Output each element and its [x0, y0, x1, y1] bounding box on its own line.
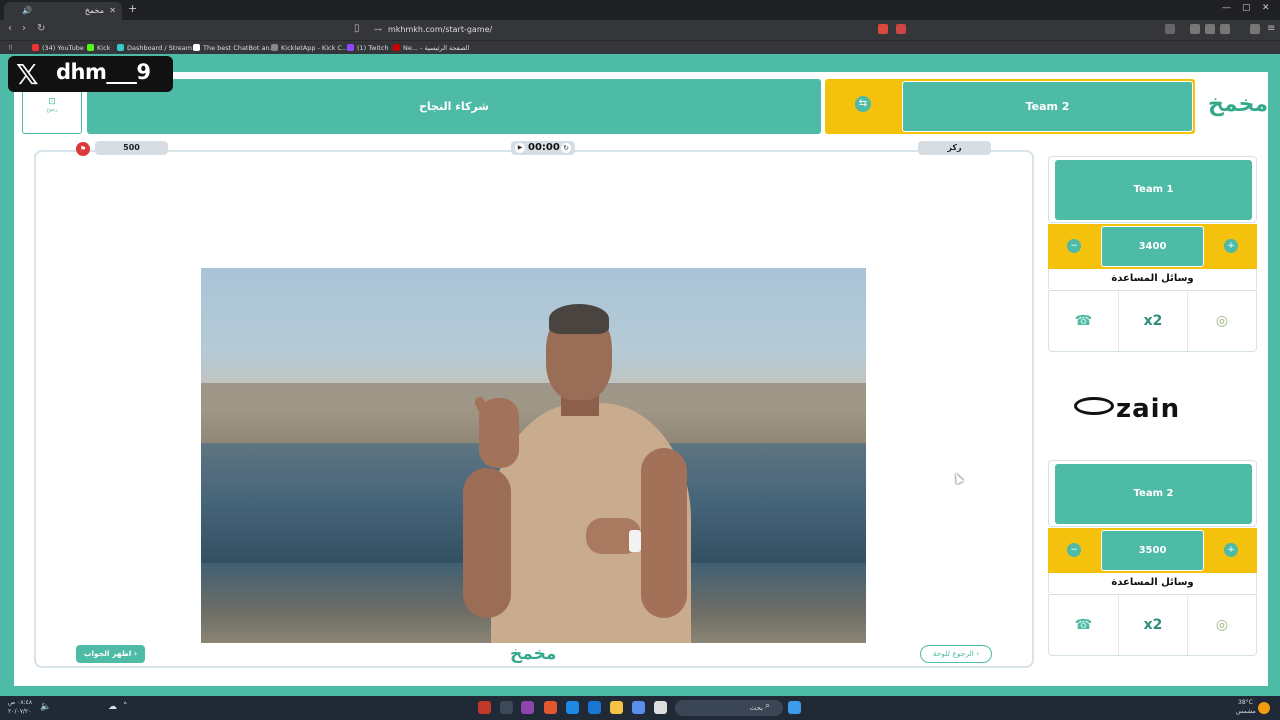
points-badge: 500: [95, 141, 168, 155]
reload-icon[interactable]: ↻: [37, 23, 45, 34]
team2-plus-button[interactable]: +: [1224, 543, 1238, 557]
new-tab-button[interactable]: +: [128, 2, 137, 15]
media-icon[interactable]: [1190, 24, 1200, 34]
team1-plus-button[interactable]: +: [1224, 239, 1238, 253]
minimize-icon[interactable]: —: [1222, 3, 1231, 13]
outlook-icon[interactable]: [566, 701, 579, 714]
sun-icon[interactable]: [1258, 702, 1270, 714]
url-text: mkhmkh.com/start-game/: [388, 25, 493, 34]
browser-tab[interactable]: 🔊 مخمخ ✕: [4, 2, 122, 20]
bookmark-chatbot[interactable]: The best ChatBot an...: [193, 42, 276, 54]
phone-a-friend-icon[interactable]: ☎: [1049, 595, 1118, 655]
puzzle-icon[interactable]: [1220, 24, 1230, 34]
bookmarks-bar: ⠿ (34) YouTube Kick Dashboard / Stream..…: [0, 40, 1280, 54]
back-label: رجوع: [46, 107, 58, 113]
double-points-icon[interactable]: x2: [1118, 595, 1187, 655]
team2-aids: ☎ x2 ◎: [1048, 594, 1257, 656]
browser-tab-bar: 🔊 مخمخ ✕ + — ▢ ✕: [0, 0, 1280, 20]
team2-turn-bar: ⇆ Team 2: [825, 79, 1195, 134]
play-icon[interactable]: ▶: [515, 143, 525, 153]
bookmark-news[interactable]: Ne... - الصفحة الرئيسية: [393, 42, 469, 54]
team1-scorebar: − 3400 +: [1048, 224, 1257, 269]
team1-score: 3400: [1101, 226, 1204, 267]
card-logo: مخمخ: [510, 644, 557, 664]
bookmark-icon[interactable]: ▯: [354, 23, 360, 34]
timer-value: 00:00: [528, 142, 560, 153]
team2-name: Team 2: [1055, 464, 1252, 524]
search-icon: ⌕: [765, 701, 771, 711]
app-icon[interactable]: [478, 701, 491, 714]
team1-turn-bar: شركاء النجاح: [87, 79, 821, 134]
taskbar-time: ٠٨:٤٨ ص: [8, 699, 33, 706]
tab-title: مخمخ: [84, 6, 104, 15]
back-button[interactable]: ⊡ رجوع: [22, 86, 82, 134]
team1-aids-title: وسائل المساعدة: [1048, 269, 1257, 289]
maximize-icon[interactable]: ▢: [1242, 3, 1251, 13]
team2-score: 3500: [1101, 530, 1204, 571]
reset-timer-icon[interactable]: ↻: [561, 143, 571, 153]
category-badge: ركز: [918, 141, 991, 155]
wallet-icon[interactable]: [1250, 24, 1260, 34]
menu-icon[interactable]: ≡: [1267, 23, 1275, 34]
taskbar-date: ٢٠/٠٧/٢٠: [8, 708, 32, 715]
pit-icon[interactable]: ◎: [1187, 291, 1256, 351]
start-icon[interactable]: [788, 701, 801, 714]
url-field[interactable]: ⊶ mkhmkh.com/start-game/: [370, 23, 910, 37]
team2-scorebar: − 3500 +: [1048, 528, 1257, 573]
bookmark-dashboard[interactable]: Dashboard / Stream...: [117, 42, 198, 54]
pit-icon[interactable]: ◎: [1187, 595, 1256, 655]
phone-a-friend-icon[interactable]: ☎: [1049, 291, 1118, 351]
back-arrow-icon[interactable]: ‹: [8, 23, 12, 34]
file-explorer-icon[interactable]: [610, 701, 623, 714]
watermark-handle: dhm___9: [56, 60, 151, 84]
exit-icon: ⊡: [48, 97, 56, 107]
timer: ▶ 00:00 ↻: [511, 141, 575, 155]
double-points-icon[interactable]: x2: [1118, 291, 1187, 351]
app-icon[interactable]: [654, 701, 667, 714]
rewards-icon[interactable]: [896, 24, 906, 34]
team1-name: Team 1: [1055, 160, 1252, 220]
weather-text: مشمس: [1236, 708, 1256, 715]
sponsor-logo: zain: [1074, 394, 1180, 424]
brave-icon[interactable]: [544, 701, 557, 714]
volume-icon[interactable]: 🔈: [40, 702, 51, 712]
team2-panel: Team 2: [1048, 460, 1257, 527]
onedrive-icon[interactable]: ☁: [108, 702, 117, 712]
switch-turn-icon[interactable]: ⇆: [855, 96, 871, 112]
close-window-icon[interactable]: ✕: [1262, 3, 1270, 13]
taskbar: ٠٨:٤٨ ص ٢٠/٠٧/٢٠ 🔈 ☁ ˄ بحث ⌕ 38°C مشمس: [0, 696, 1280, 720]
team2-turn-label: Team 2: [902, 81, 1193, 132]
forward-arrow-icon[interactable]: ›: [22, 23, 26, 34]
x-watermark: 𝕏 dhm___9: [8, 56, 173, 92]
team1-panel: Team 1: [1048, 156, 1257, 223]
tray-chevron-icon[interactable]: ˄: [123, 702, 128, 712]
team2-aids-title: وسائل المساعدة: [1048, 573, 1257, 593]
brave-shield-icon[interactable]: [878, 24, 888, 34]
team1-aids: ☎ x2 ◎: [1048, 290, 1257, 352]
app-icon[interactable]: [500, 701, 513, 714]
speaker-icon: 🔊: [22, 6, 32, 15]
weather-temp: 38°C: [1238, 699, 1253, 706]
sidebar-icon[interactable]: [1205, 24, 1215, 34]
bookmark-youtube[interactable]: (34) YouTube: [32, 42, 84, 54]
address-bar: ‹ › ↻ ▯ ⊶ mkhmkh.com/start-game/ ≡: [0, 20, 1280, 40]
app-icon[interactable]: [521, 701, 534, 714]
bookmark-kicklet[interactable]: KickletApp - Kick C...: [271, 42, 348, 54]
extension-icon[interactable]: [1165, 24, 1175, 34]
apps-icon[interactable]: ⠿: [8, 42, 13, 54]
bookmark-kick[interactable]: Kick: [87, 42, 110, 54]
store-icon[interactable]: [588, 701, 601, 714]
x-logo-icon: 𝕏: [16, 58, 39, 91]
show-answer-button[interactable]: اظهر الجواب ›: [76, 645, 145, 663]
bookmark-twitch[interactable]: (1) Twitch: [347, 42, 389, 54]
site-logo[interactable]: مخمخ: [1208, 92, 1268, 117]
copilot-icon[interactable]: [632, 701, 645, 714]
team1-minus-button[interactable]: −: [1067, 239, 1081, 253]
report-flag-icon[interactable]: ⚑: [76, 142, 90, 156]
close-tab-icon[interactable]: ✕: [109, 2, 116, 20]
site-info-icon[interactable]: ⊶: [374, 23, 382, 37]
question-image: [201, 268, 866, 643]
back-to-board-button[interactable]: الرجوع للوحة ‹: [920, 645, 992, 663]
team2-minus-button[interactable]: −: [1067, 543, 1081, 557]
